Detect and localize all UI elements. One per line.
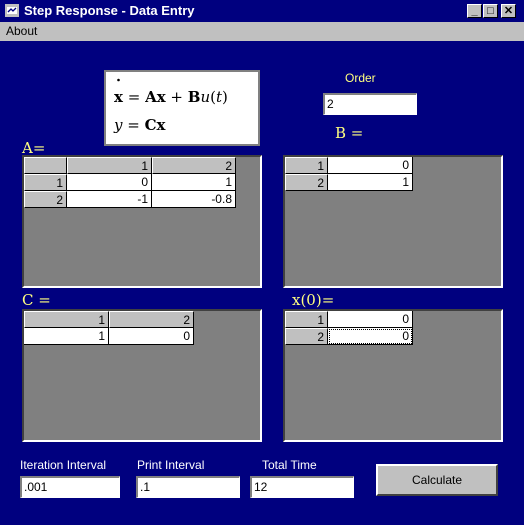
state-equation-graphic: x = Ax + Bu(t) y = Cx	[113, 78, 228, 134]
initial-state-grid[interactable]: 1 0 2 0	[283, 309, 503, 442]
matrix-b-label: B =	[335, 124, 364, 142]
total-time-label: Total Time	[262, 458, 317, 472]
row-header: 2	[285, 174, 328, 191]
menu-bar: About	[0, 22, 524, 41]
row-header: 2	[24, 191, 67, 208]
svg-text:y = Cx: y = Cx	[113, 116, 167, 134]
close-button[interactable]: ✕	[501, 4, 516, 18]
menu-about[interactable]: About	[6, 24, 37, 38]
matrix-c-grid[interactable]: 1 2 1 0	[22, 309, 262, 442]
window-title: Step Response - Data Entry	[24, 3, 195, 18]
iteration-interval-input[interactable]: .001	[20, 476, 120, 498]
grid-cell-selected[interactable]: 0	[328, 328, 413, 345]
title-bar[interactable]: Step Response - Data Entry _ □ ✕	[0, 0, 524, 22]
grid-cell[interactable]: 1	[328, 174, 413, 191]
grid-corner	[24, 157, 67, 174]
col-header: 2	[109, 311, 194, 328]
matrix-b-grid[interactable]: 1 0 2 1	[283, 155, 503, 288]
grid-cell[interactable]: 0	[109, 328, 194, 345]
grid-cell[interactable]: 0	[328, 157, 413, 174]
print-interval-input[interactable]: .1	[136, 476, 240, 498]
grid-cell[interactable]: -1	[67, 191, 152, 208]
row-header: 1	[285, 157, 328, 174]
grid-cell[interactable]: 0	[67, 174, 152, 191]
row-header: 2	[285, 328, 328, 345]
matrix-a-grid[interactable]: 1 2 1 0 1 2 -1 -0.8	[22, 155, 262, 288]
grid-cell[interactable]: 1	[24, 328, 109, 345]
svg-text:x = Ax + Bu(t): x = Ax + Bu(t)	[114, 88, 228, 106]
col-header: 1	[24, 311, 109, 328]
total-time-input[interactable]: 12	[250, 476, 354, 498]
iteration-interval-label: Iteration Interval	[20, 458, 107, 472]
close-icon: ✕	[503, 5, 514, 17]
row-header: 1	[285, 311, 328, 328]
order-label: Order	[345, 71, 376, 85]
minimize-icon: _	[471, 5, 478, 17]
row-header: 1	[24, 174, 67, 191]
matrix-c-label: C =	[22, 291, 51, 309]
calculate-button[interactable]: Calculate	[376, 464, 498, 496]
order-input[interactable]: 2	[323, 93, 417, 115]
initial-state-label: x(0)=	[292, 291, 335, 309]
maximize-button[interactable]: □	[483, 4, 498, 18]
col-header: 1	[67, 157, 152, 174]
minimize-button[interactable]: _	[467, 4, 482, 18]
app-window: Step Response - Data Entry _ □ ✕ About x…	[0, 0, 524, 525]
grid-cell[interactable]: 0	[328, 311, 413, 328]
maximize-icon: □	[487, 5, 494, 17]
grid-cell[interactable]: -0.8	[152, 191, 236, 208]
col-header: 2	[152, 157, 236, 174]
state-equation-image: x = Ax + Bu(t) y = Cx	[104, 70, 260, 146]
app-icon	[5, 4, 19, 17]
print-interval-label: Print Interval	[137, 458, 205, 472]
grid-cell[interactable]: 1	[152, 174, 236, 191]
